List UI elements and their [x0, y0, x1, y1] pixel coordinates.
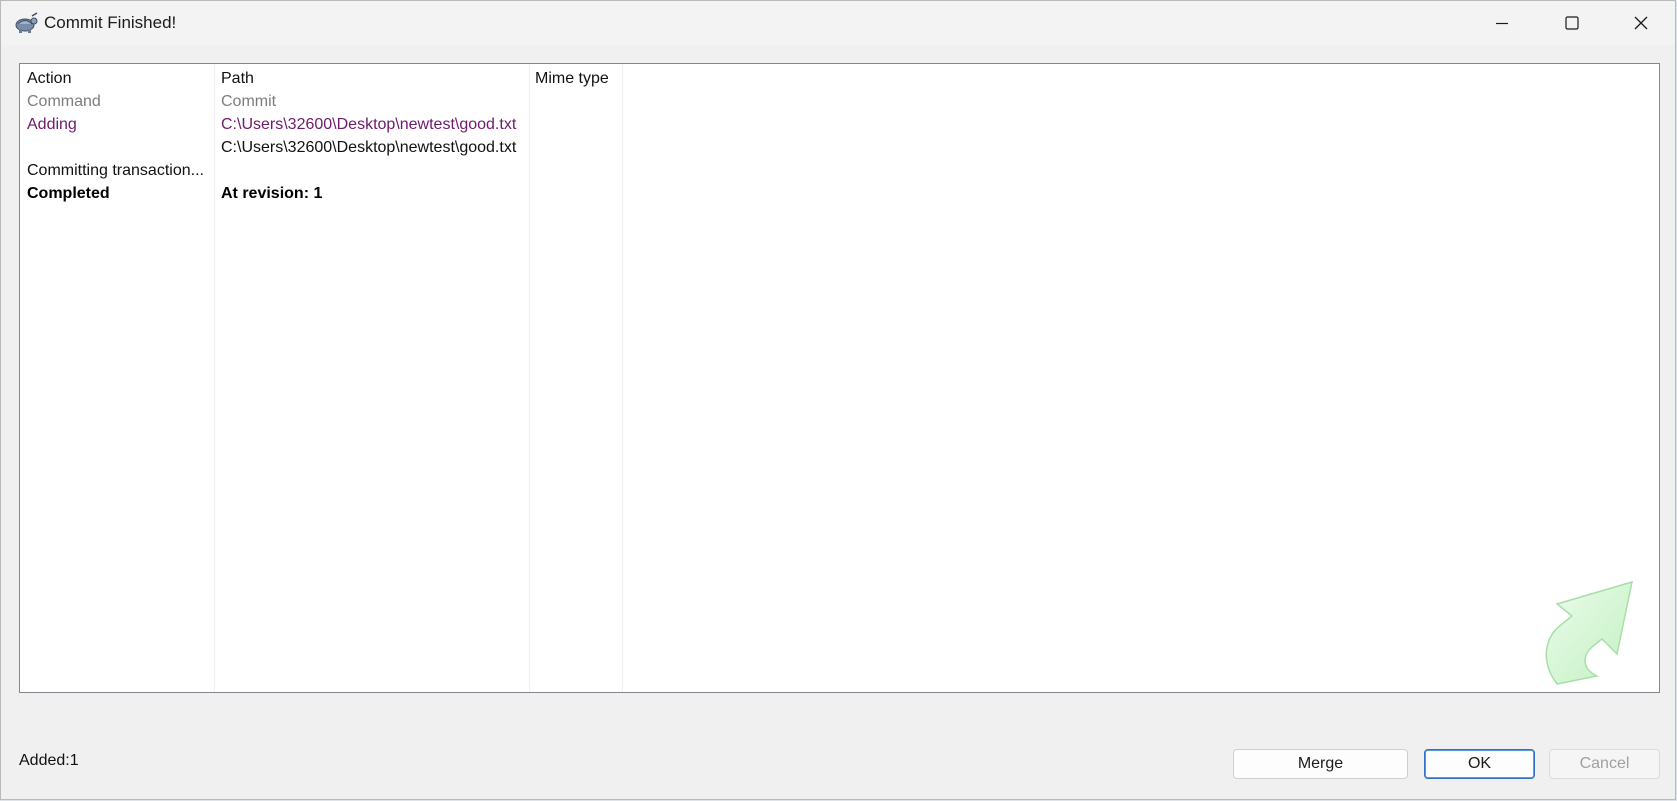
column-separator	[529, 64, 530, 692]
row-path: At revision: 1	[221, 185, 323, 202]
row-action: Adding	[27, 116, 77, 133]
row-action: Command	[27, 93, 101, 110]
row-action: Committing transaction...	[27, 162, 204, 179]
maximize-icon	[1564, 15, 1580, 31]
status-summary: Added:1	[19, 752, 79, 769]
minimize-button[interactable]	[1467, 1, 1537, 45]
close-button[interactable]	[1606, 1, 1676, 45]
cancel-button: Cancel	[1549, 749, 1660, 779]
minimize-icon	[1494, 15, 1510, 31]
row-path: C:\Users\32600\Desktop\newtest\good.txt	[221, 139, 517, 156]
commit-log-list[interactable]: Action Path Mime type Command Commit Add…	[19, 63, 1660, 693]
column-header-action[interactable]: Action	[27, 69, 71, 89]
column-separator	[214, 64, 215, 692]
close-icon	[1633, 15, 1649, 31]
row-path: Commit	[221, 93, 277, 110]
window-title: Commit Finished!	[44, 13, 177, 32]
row-action: Completed	[27, 185, 110, 202]
commit-finished-dialog: Commit Finished! Action Path Mime type C…	[0, 0, 1676, 800]
ok-button[interactable]: OK	[1424, 749, 1535, 779]
column-header-path[interactable]: Path	[221, 69, 254, 89]
maximize-button[interactable]	[1537, 1, 1607, 45]
merge-button[interactable]: Merge	[1233, 749, 1408, 779]
row-path: C:\Users\32600\Desktop\newtest\good.txt	[221, 116, 517, 133]
title-bar[interactable]: Commit Finished!	[1, 1, 1675, 45]
curved-arrow-icon	[1537, 564, 1657, 689]
tortoise-icon	[13, 11, 39, 35]
column-header-mime-type[interactable]: Mime type	[535, 69, 609, 89]
column-separator	[622, 64, 623, 692]
